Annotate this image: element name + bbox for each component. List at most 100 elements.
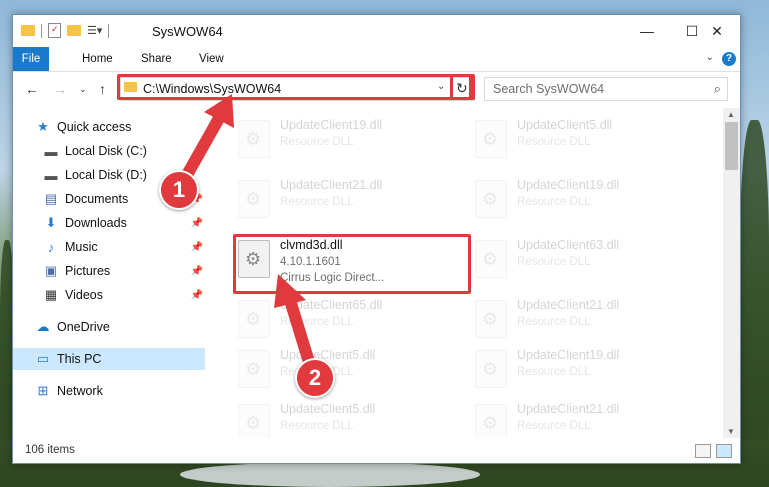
star-icon: ★ bbox=[37, 119, 49, 134]
computer-icon: ▭ bbox=[36, 351, 50, 366]
search-placeholder: Search SysWOW64 bbox=[493, 82, 605, 96]
documents-icon: ▤ bbox=[44, 191, 58, 206]
sidebar-item-network[interactable]: ⊞ Network bbox=[13, 380, 205, 402]
pin-icon[interactable]: 📌 bbox=[191, 290, 203, 301]
sidebar-item-this-pc[interactable]: ▭ This PC bbox=[13, 348, 205, 370]
file-type: Resource DLL bbox=[517, 136, 591, 148]
music-icon: ♪ bbox=[47, 239, 55, 255]
pin-icon[interactable]: 📌 bbox=[191, 218, 203, 229]
file-name: UpdateClient19.dll bbox=[517, 178, 620, 192]
vertical-scrollbar[interactable]: ▲ ▼ bbox=[723, 108, 740, 438]
step-badge-1: 1 bbox=[159, 170, 199, 210]
dll-file-icon bbox=[475, 350, 507, 388]
file-item[interactable]: UpdateClient5.dll Resource DLL bbox=[471, 114, 671, 166]
file-item[interactable]: UpdateClient21.dll Resource DLL bbox=[471, 294, 671, 346]
pictures-icon: ▣ bbox=[44, 263, 58, 278]
scroll-down-icon[interactable]: ▼ bbox=[727, 427, 735, 436]
file-type: Resource DLL bbox=[280, 316, 354, 328]
drive-icon: ▬ bbox=[44, 143, 58, 159]
title-bar: ✓ ☰▾ SysWOW64 — ☐ ✕ bbox=[13, 15, 740, 47]
status-bar: 106 items bbox=[13, 438, 740, 463]
recent-locations-icon[interactable]: ⌄ bbox=[79, 84, 87, 95]
search-icon[interactable]: ⌕ bbox=[714, 81, 721, 97]
file-item[interactable]: UpdateClient19.dll Resource DLL bbox=[234, 114, 434, 166]
scroll-up-icon[interactable]: ▲ bbox=[727, 110, 735, 119]
file-item[interactable]: UpdateClient63.dll Resource DLL bbox=[471, 234, 671, 286]
sidebar-item-videos[interactable]: ▦ Videos 📌 bbox=[13, 284, 205, 306]
file-item[interactable]: UpdateClient65.dll Resource DLL bbox=[234, 294, 434, 346]
step-badge-2: 2 bbox=[295, 358, 335, 398]
window-title: SysWOW64 bbox=[152, 24, 223, 39]
sidebar-item-label: Pictures bbox=[65, 264, 111, 278]
dll-file-icon bbox=[238, 300, 270, 338]
file-type: Resource DLL bbox=[517, 420, 591, 432]
refresh-highlight-box bbox=[450, 74, 475, 100]
file-item[interactable]: UpdateClient5.dll Resource DLL bbox=[234, 398, 434, 438]
tab-file[interactable]: File bbox=[13, 47, 49, 71]
large-icons-view-icon[interactable] bbox=[716, 444, 732, 458]
file-item[interactable]: UpdateClient19.dll Resource DLL bbox=[471, 344, 671, 396]
file-name: UpdateClient21.dll bbox=[517, 298, 620, 312]
file-item[interactable]: UpdateClient19.dll Resource DLL bbox=[471, 174, 671, 226]
file-name: UpdateClient21.dll bbox=[517, 402, 620, 416]
file-name: UpdateClient21.dll bbox=[280, 178, 383, 192]
item-count: 106 items bbox=[25, 444, 75, 456]
file-highlight-box bbox=[233, 234, 471, 294]
navigation-pane: ★ Quick access ▬ Local Disk (C:) ▬ Local… bbox=[13, 108, 205, 438]
folder-icon bbox=[21, 25, 35, 36]
sidebar-item-local-disk-c[interactable]: ▬ Local Disk (C:) bbox=[13, 140, 205, 162]
file-item[interactable]: UpdateClient21.dll Resource DLL bbox=[471, 398, 671, 438]
sidebar-item-label: Network bbox=[57, 384, 103, 398]
sidebar-item-label: This PC bbox=[57, 352, 102, 366]
help-icon[interactable]: ? bbox=[722, 52, 736, 66]
file-item[interactable]: UpdateClient5.dll Resource DLL bbox=[234, 344, 434, 396]
sidebar-item-label: Local Disk (C:) bbox=[65, 144, 147, 158]
file-type: Resource DLL bbox=[517, 366, 591, 378]
pin-icon[interactable]: 📌 bbox=[191, 242, 203, 253]
sidebar-item-label: OneDrive bbox=[57, 320, 110, 334]
minimize-button[interactable]: — bbox=[624, 15, 670, 47]
up-arrow-icon[interactable]: ↑ bbox=[99, 81, 106, 97]
dll-file-icon bbox=[475, 120, 507, 158]
dll-file-icon bbox=[238, 180, 270, 218]
sidebar-item-pictures[interactable]: ▣ Pictures 📌 bbox=[13, 260, 205, 282]
dll-file-icon bbox=[238, 120, 270, 158]
properties-icon[interactable]: ✓ bbox=[48, 23, 61, 38]
quick-access-toolbar: ✓ ☰▾ bbox=[21, 23, 110, 38]
sidebar-item-onedrive[interactable]: ☁ OneDrive bbox=[13, 316, 205, 338]
back-arrow-icon[interactable]: ← bbox=[25, 81, 39, 97]
scrollbar-thumb[interactable] bbox=[725, 122, 738, 170]
tab-share[interactable]: Share bbox=[131, 47, 182, 71]
file-name: UpdateClient5.dll bbox=[280, 348, 376, 362]
customize-toolbar-icon[interactable]: ☰▾ bbox=[87, 24, 102, 37]
toolbar-separator bbox=[41, 23, 42, 38]
videos-icon: ▦ bbox=[44, 287, 58, 302]
navigation-bar: ← → ⌄ ↑ C:\Windows\SysWOW64 ⌄ ↻ Search S… bbox=[13, 72, 740, 108]
downloads-icon: ⬇ bbox=[45, 215, 57, 230]
tab-view[interactable]: View bbox=[189, 47, 234, 71]
file-name: UpdateClient63.dll bbox=[517, 238, 620, 252]
forward-arrow-icon[interactable]: → bbox=[53, 81, 67, 97]
cloud-icon: ☁ bbox=[36, 319, 50, 334]
file-type: Resource DLL bbox=[517, 316, 591, 328]
sidebar-item-label: Music bbox=[65, 240, 98, 254]
dll-file-icon bbox=[238, 350, 270, 388]
explorer-window: ✓ ☰▾ SysWOW64 — ☐ ✕ File Home Share View… bbox=[12, 14, 741, 464]
sidebar-item-downloads[interactable]: ⬇ Downloads 📌 bbox=[13, 212, 205, 234]
sidebar-item-music[interactable]: ♪ Music 📌 bbox=[13, 236, 205, 258]
drive-icon: ▬ bbox=[44, 167, 58, 183]
dll-file-icon bbox=[475, 404, 507, 438]
search-input[interactable]: Search SysWOW64 ⌕ bbox=[484, 77, 728, 101]
close-button[interactable]: ✕ bbox=[694, 15, 740, 47]
pin-icon[interactable]: 📌 bbox=[191, 266, 203, 277]
tab-home[interactable]: Home bbox=[72, 47, 123, 71]
sidebar-item-label: Local Disk (D:) bbox=[65, 168, 147, 182]
chevron-down-icon[interactable]: ⌄ bbox=[706, 52, 714, 63]
new-folder-icon[interactable] bbox=[67, 25, 81, 36]
file-item[interactable]: UpdateClient21.dll Resource DLL bbox=[234, 174, 434, 226]
sidebar-item-label: Videos bbox=[65, 288, 103, 302]
sidebar-item-quick-access[interactable]: ★ Quick access bbox=[13, 116, 205, 138]
details-view-icon[interactable] bbox=[695, 444, 711, 458]
sidebar-item-label: Quick access bbox=[57, 120, 132, 134]
file-name: UpdateClient5.dll bbox=[517, 118, 613, 132]
